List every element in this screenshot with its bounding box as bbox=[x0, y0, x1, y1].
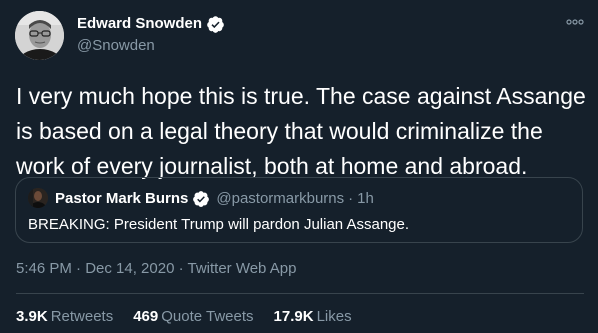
author-name[interactable]: Edward Snowden bbox=[77, 14, 225, 34]
author-name-text[interactable]: Edward Snowden bbox=[77, 14, 202, 34]
retweets-label: Retweets bbox=[50, 308, 114, 325]
quoted-tweet-header: Pastor Mark Burns @pastormarkburns · 1h bbox=[55, 190, 374, 208]
quote-tweets-stat[interactable]: 469 Quote Tweets bbox=[133, 307, 253, 327]
author-handle[interactable]: @Snowden bbox=[77, 36, 155, 56]
likes-stat[interactable]: 17.9K Likes bbox=[274, 307, 352, 327]
verified-badge-icon bbox=[193, 191, 210, 207]
likes-label: Likes bbox=[316, 308, 352, 325]
quoted-tweet[interactable]: Pastor Mark Burns @pastormarkburns · 1h … bbox=[15, 177, 583, 243]
engagement-stats: 3.9K Retweets 469 Quote Tweets 17.9K Likes bbox=[16, 307, 352, 327]
retweets-count: 3.9K bbox=[16, 308, 48, 325]
quoted-author-avatar bbox=[28, 188, 48, 208]
stats-divider bbox=[16, 293, 584, 294]
quoted-author-name[interactable]: Pastor Mark Burns bbox=[55, 190, 188, 208]
more-options-icon[interactable] bbox=[566, 17, 584, 27]
quoted-tweet-age[interactable]: 1h bbox=[357, 190, 374, 208]
quoted-meta-separator: · bbox=[348, 190, 354, 207]
retweets-stat[interactable]: 3.9K Retweets bbox=[16, 307, 113, 327]
quoted-tweet-text: BREAKING: President Trump will pardon Ju… bbox=[28, 216, 410, 233]
verified-badge-icon bbox=[207, 15, 224, 33]
tweet-card: Edward Snowden @Snowden I very much hope… bbox=[0, 0, 598, 333]
quote-tweets-label: Quote Tweets bbox=[161, 308, 254, 325]
tweet-timestamp[interactable]: 5:46 PM · Dec 14, 2020 · Twitter Web App bbox=[16, 259, 296, 279]
likes-count: 17.9K bbox=[273, 308, 314, 325]
quoted-author-handle[interactable]: @pastormarkburns bbox=[216, 190, 344, 208]
author-avatar[interactable] bbox=[15, 11, 64, 60]
quote-tweets-count: 469 bbox=[133, 308, 159, 325]
tweet-text: I very much hope this is true. The case … bbox=[16, 83, 586, 179]
